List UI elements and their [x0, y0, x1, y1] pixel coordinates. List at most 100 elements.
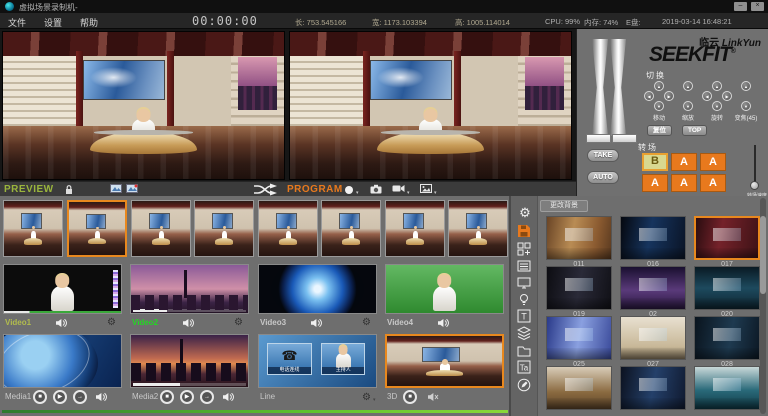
camera-angle-thumb[interactable]: [448, 200, 508, 257]
stop-button[interactable]: ■: [160, 390, 174, 404]
camera-angle-thumb[interactable]: [385, 200, 445, 257]
pad-left-button[interactable]: ◀: [702, 91, 712, 101]
3d-scene-thumb-selected[interactable]: [385, 334, 504, 388]
camera-angle-thumb-selected[interactable]: [67, 200, 127, 257]
next-loop-button[interactable]: →: [200, 390, 214, 404]
pad-up-button[interactable]: ▲: [683, 81, 693, 91]
scene-thumb-016[interactable]: [620, 216, 686, 260]
scene-thumb-027[interactable]: [620, 316, 686, 360]
speaker-icon[interactable]: [182, 318, 195, 328]
speaker-icon[interactable]: [310, 318, 323, 328]
gear-caret-icon[interactable]: ▾: [373, 397, 376, 403]
video1-thumb[interactable]: [3, 264, 122, 314]
video3-thumb[interactable]: [258, 264, 377, 314]
lock-icon[interactable]: [64, 184, 74, 195]
transition-button-a[interactable]: A: [642, 174, 668, 192]
pad-up-button[interactable]: ▲: [712, 81, 722, 91]
video-record-icon[interactable]: [392, 184, 405, 195]
draw-pen-icon[interactable]: [517, 378, 533, 394]
camera-angle-thumb[interactable]: [194, 200, 254, 257]
scene-thumb-020[interactable]: [694, 266, 760, 310]
gear-icon[interactable]: ⚙: [362, 317, 371, 328]
record-dot-icon[interactable]: [345, 186, 353, 194]
speaker-icon[interactable]: [55, 318, 68, 328]
transition-button-a[interactable]: A: [671, 174, 697, 192]
reset-button[interactable]: 复位: [647, 125, 672, 136]
transition-button-b[interactable]: B: [642, 153, 668, 171]
pad-down-button[interactable]: ▼: [712, 101, 722, 111]
pad-down-button[interactable]: ▼: [741, 101, 751, 111]
light-bulb-icon[interactable]: [517, 292, 533, 308]
take-button[interactable]: TAKE: [587, 149, 619, 162]
tbar-handle[interactable]: [612, 134, 637, 143]
gear-icon[interactable]: ⚙: [362, 392, 371, 403]
media1-thumb[interactable]: [3, 334, 122, 388]
speaker-muted-icon[interactable]: [427, 392, 440, 402]
transition-button-a[interactable]: A: [700, 174, 726, 192]
stop-button[interactable]: ■: [403, 390, 417, 404]
scenes-grid-icon[interactable]: [517, 242, 533, 258]
monitor-icon[interactable]: [517, 276, 533, 292]
playlist-icon[interactable]: [517, 259, 533, 275]
top-button[interactable]: TOP: [682, 125, 707, 136]
gallery-scrollbar-thumb[interactable]: [760, 216, 766, 294]
menu-file[interactable]: 文件: [8, 16, 26, 29]
transition-button-a[interactable]: A: [700, 153, 726, 171]
settings-gear-icon[interactable]: ⚙: [517, 206, 533, 222]
menu-help[interactable]: 帮助: [80, 16, 98, 29]
gear-icon[interactable]: ⚙: [234, 317, 243, 328]
pad-up-button[interactable]: ▲: [654, 81, 664, 91]
play-button[interactable]: ▶: [180, 390, 194, 404]
flip-image-badge-icon[interactable]: [126, 184, 139, 195]
pad-down-button[interactable]: ▼: [654, 101, 664, 111]
scene-thumb-017-selected[interactable]: [694, 216, 760, 260]
close-button[interactable]: ×: [751, 2, 764, 11]
layers-icon[interactable]: [517, 326, 533, 342]
line-thumb[interactable]: ☎ 电话连线 主持人: [258, 334, 377, 388]
flip-image-icon[interactable]: [110, 184, 123, 195]
camera-angle-thumb[interactable]: [3, 200, 63, 257]
menu-settings[interactable]: 设置: [44, 16, 62, 29]
snapshot-camera-icon[interactable]: [370, 184, 382, 195]
speaker-icon[interactable]: [95, 392, 108, 402]
scene-thumb[interactable]: [620, 366, 686, 410]
scene-thumb-025[interactable]: [546, 316, 612, 360]
preview-monitor[interactable]: [2, 31, 285, 180]
minimize-button[interactable]: –: [734, 2, 747, 11]
pad-down-button[interactable]: ▼: [683, 101, 693, 111]
video4-thumb[interactable]: [385, 264, 504, 314]
video2-thumb[interactable]: [130, 264, 249, 314]
tbar-blade[interactable]: [592, 39, 608, 136]
pad-up-button[interactable]: ▲: [741, 81, 751, 91]
swap-transition-icon[interactable]: [252, 183, 278, 194]
speaker-icon[interactable]: [437, 318, 450, 328]
folder-icon[interactable]: [517, 344, 533, 360]
scene-thumb[interactable]: [694, 366, 760, 410]
change-background-button[interactable]: 更改背景: [540, 200, 588, 212]
transition-button-a[interactable]: A: [671, 153, 697, 171]
scene-thumb-019[interactable]: [546, 266, 612, 310]
camera-angle-thumb[interactable]: [321, 200, 381, 257]
scene-thumb[interactable]: [546, 366, 612, 410]
stop-button[interactable]: ■: [33, 390, 47, 404]
media2-thumb[interactable]: [130, 334, 249, 388]
next-loop-button[interactable]: →: [73, 390, 87, 404]
pad-left-button[interactable]: ◀: [644, 91, 654, 101]
scene-thumb-02[interactable]: [620, 266, 686, 310]
camera-angle-thumb[interactable]: [258, 200, 318, 257]
speaker-icon[interactable]: [222, 392, 235, 402]
transition-speed-thumb[interactable]: [750, 181, 759, 190]
auto-button[interactable]: AUTO: [587, 171, 619, 184]
text-ta-icon[interactable]: Ta: [517, 360, 533, 376]
scene-thumb-011[interactable]: [546, 216, 612, 260]
subtitle-text-icon[interactable]: T: [517, 309, 533, 325]
tbar-blade[interactable]: [610, 39, 626, 136]
play-button[interactable]: ▶: [53, 390, 67, 404]
gear-icon[interactable]: ⚙: [107, 317, 116, 328]
scene-thumb-028[interactable]: [694, 316, 760, 360]
image-capture-icon[interactable]: [420, 184, 432, 195]
host-box[interactable]: 主持人: [321, 343, 365, 374]
camera-angle-thumb[interactable]: [131, 200, 191, 257]
phone-call-box[interactable]: ☎ 电话连线: [267, 343, 311, 374]
tbar-handle[interactable]: [586, 134, 611, 143]
